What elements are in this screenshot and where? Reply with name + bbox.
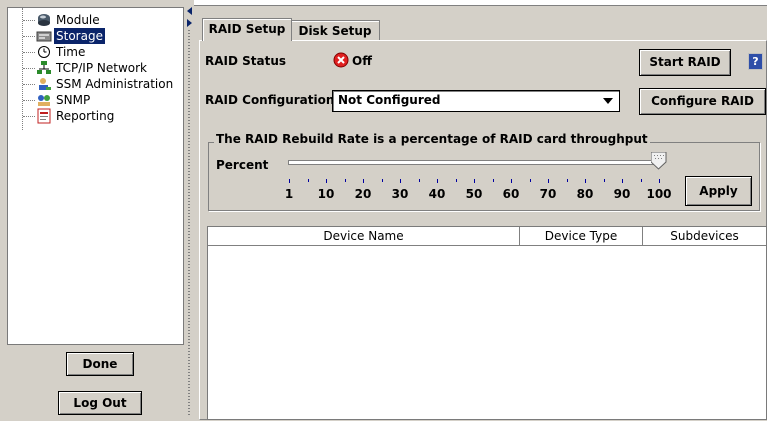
tree-connector xyxy=(23,92,35,101)
slider-tick-label: 10 xyxy=(317,187,335,201)
slider-tick-label: 30 xyxy=(391,187,409,201)
module-icon xyxy=(36,12,52,28)
top-border xyxy=(194,0,767,6)
percent-slider-track[interactable] xyxy=(288,160,655,165)
column-header-subdevices[interactable]: Subdevices xyxy=(643,227,766,246)
tree-connector xyxy=(23,60,35,69)
tree-connector xyxy=(23,44,35,53)
slider-tick xyxy=(363,179,364,183)
slider-minor-tick xyxy=(418,179,420,182)
slider-tick xyxy=(622,179,623,183)
collapse-arrows-icon[interactable] xyxy=(186,7,193,29)
apply-button[interactable]: Apply xyxy=(685,176,752,206)
slider-tick-label: 60 xyxy=(502,187,520,201)
percent-label: Percent xyxy=(216,158,269,172)
navigation-tree: Module Storage Time TCP/IP Network SSM A… xyxy=(7,7,184,345)
slider-tick-label: 90 xyxy=(613,187,631,201)
navigation-panel: Module Storage Time TCP/IP Network SSM A… xyxy=(0,0,185,421)
tree-connector xyxy=(23,76,35,85)
slider-tick-label: 50 xyxy=(465,187,483,201)
column-header-device-type[interactable]: Device Type xyxy=(520,227,643,246)
slider-tick-label: 20 xyxy=(354,187,372,201)
report-icon xyxy=(36,108,52,124)
slider-tick xyxy=(326,179,327,183)
tree-connector xyxy=(23,12,35,21)
raid-configuration-select[interactable]: Not Configured xyxy=(332,90,620,112)
help-icon[interactable]: ? xyxy=(748,53,763,70)
percent-slider-thumb[interactable] xyxy=(651,152,667,170)
tab-disk-setup[interactable]: Disk Setup xyxy=(290,20,380,41)
slider-minor-tick xyxy=(640,179,642,182)
slider-tick xyxy=(585,179,586,183)
slider-tick xyxy=(289,179,290,183)
slider-tick-label: 70 xyxy=(539,187,557,201)
slider-minor-tick xyxy=(344,179,346,182)
slider-tick-label: 1 xyxy=(284,187,294,201)
raid-status-label: RAID Status xyxy=(205,54,287,68)
slider-tick-label: 100 xyxy=(646,187,672,201)
logout-button[interactable]: Log Out xyxy=(58,391,142,415)
slider-minor-tick xyxy=(529,179,531,182)
slider-tick-label: 40 xyxy=(428,187,446,201)
slider-tick xyxy=(548,179,549,183)
network-icon xyxy=(36,60,52,76)
raid-configuration-label: RAID Configuration xyxy=(205,93,335,107)
slider-tick xyxy=(659,179,660,183)
done-button[interactable]: Done xyxy=(66,352,134,376)
slider-tick xyxy=(437,179,438,183)
tree-connector xyxy=(23,28,35,37)
content-panel: RAID Setup Disk Setup RAID Status Off St… xyxy=(194,0,767,421)
slider-tick-label: 80 xyxy=(576,187,594,201)
status-off-icon xyxy=(333,52,349,68)
tab-raid-setup[interactable]: RAID Setup xyxy=(202,18,292,41)
chevron-down-icon xyxy=(603,98,613,104)
clock-icon xyxy=(36,44,52,60)
raid-configuration-value: Not Configured xyxy=(338,93,441,107)
slider-tick xyxy=(400,179,401,183)
admin-icon xyxy=(36,76,52,92)
column-header-device-name[interactable]: Device Name xyxy=(208,227,520,246)
snmp-icon xyxy=(36,92,52,108)
slider-minor-tick xyxy=(307,179,309,182)
splitter-grip xyxy=(188,30,190,415)
rebuild-rate-title: The RAID Rebuild Rate is a percentage of… xyxy=(214,132,650,146)
slider-minor-tick xyxy=(381,179,383,182)
slider-minor-tick xyxy=(603,179,605,182)
splitter[interactable] xyxy=(185,0,194,421)
device-table: Device Name Device Type Subdevices xyxy=(207,226,767,420)
slider-minor-tick xyxy=(492,179,494,182)
tree-connector xyxy=(23,108,35,117)
slider-tick xyxy=(474,179,475,183)
configure-raid-button[interactable]: Configure RAID xyxy=(639,88,766,115)
slider-minor-tick xyxy=(455,179,457,182)
slider-tick xyxy=(511,179,512,183)
start-raid-button[interactable]: Start RAID xyxy=(639,49,731,76)
raid-status-value: Off xyxy=(352,54,372,68)
slider-minor-tick xyxy=(566,179,568,182)
storage-icon xyxy=(36,28,52,44)
